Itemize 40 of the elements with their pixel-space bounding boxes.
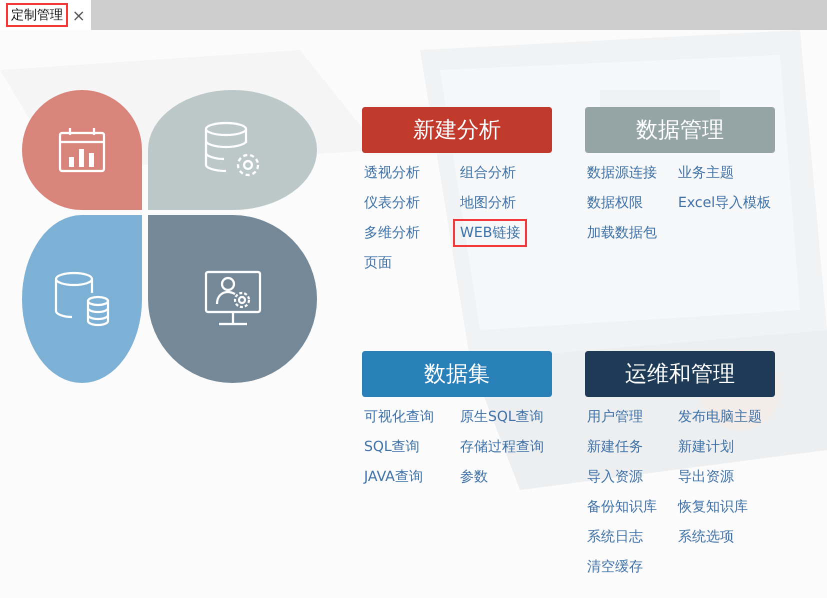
menu-link[interactable]: 导入资源: [580, 463, 650, 491]
section-header[interactable]: 数据集: [362, 351, 552, 397]
menu-link[interactable]: 原生SQL查询: [453, 403, 551, 431]
menu-link[interactable]: 系统选项: [671, 523, 741, 551]
section-header[interactable]: 新建分析: [362, 107, 552, 153]
tab[interactable]: 定制管理 ×: [0, 0, 92, 30]
menu-link[interactable]: 组合分析: [453, 159, 523, 187]
menu-link[interactable]: 页面: [357, 249, 399, 277]
menu-link[interactable]: Excel导入模板: [671, 189, 778, 217]
close-icon[interactable]: ×: [72, 6, 86, 24]
menu-link[interactable]: 可视化查询: [357, 403, 441, 431]
menu-link[interactable]: 用户管理: [580, 403, 650, 431]
databases-icon: [54, 271, 110, 327]
section-header[interactable]: 数据管理: [585, 107, 775, 153]
calendar-chart-icon: [58, 127, 106, 173]
tab-label: 定制管理: [6, 3, 68, 27]
database-gear-icon: [204, 121, 262, 179]
menu-link[interactable]: 透视分析: [357, 159, 427, 187]
menu-link[interactable]: 加载数据包: [580, 219, 664, 247]
menu-link[interactable]: 清空缓存: [580, 553, 650, 581]
section-header[interactable]: 运维和管理: [585, 351, 775, 397]
user-monitor-icon: [204, 270, 262, 328]
menu-link[interactable]: 系统日志: [580, 523, 650, 551]
menu-link[interactable]: 业务主题: [671, 159, 741, 187]
menu-link[interactable]: WEB链接: [453, 219, 528, 247]
menu-link[interactable]: 发布电脑主题: [671, 403, 769, 431]
menu-link[interactable]: 恢复知识库: [671, 493, 755, 521]
menu-link[interactable]: 数据权限: [580, 189, 650, 217]
menu-link[interactable]: SQL查询: [357, 433, 427, 461]
menu-link[interactable]: 数据源连接: [580, 159, 664, 187]
menu-link[interactable]: 备份知识库: [580, 493, 664, 521]
menu-link[interactable]: 新建计划: [671, 433, 741, 461]
menu-link[interactable]: 地图分析: [453, 189, 523, 217]
menu-link[interactable]: 导出资源: [671, 463, 741, 491]
menu-link[interactable]: 多维分析: [357, 219, 427, 247]
menu-link[interactable]: 存储过程查询: [453, 433, 551, 461]
menu-link[interactable]: 仪表分析: [357, 189, 427, 217]
menu-link[interactable]: 新建任务: [580, 433, 650, 461]
menu-link[interactable]: JAVA查询: [357, 463, 430, 491]
menu-link[interactable]: 参数: [453, 463, 495, 491]
